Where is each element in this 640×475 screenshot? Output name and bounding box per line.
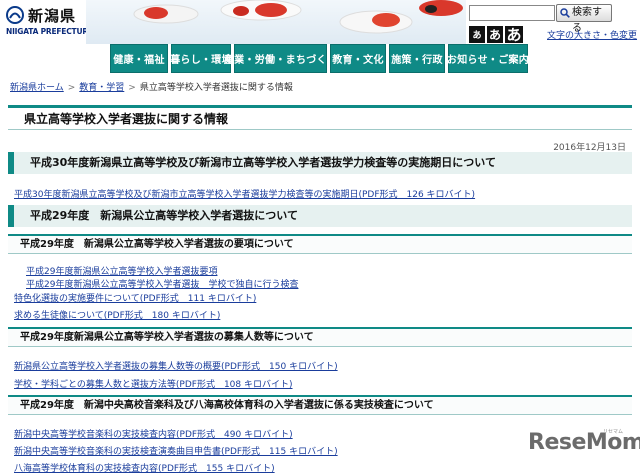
font-color-settings-link[interactable]: 文字の大きさ・色変更 [547, 28, 637, 41]
search-input[interactable] [469, 5, 555, 21]
breadcrumb-separator-icon: > [67, 83, 76, 93]
koi-banner-image [86, 0, 466, 44]
section-heading-h30-schedule: 平成30年度新潟県立高等学校及び新潟市立高等学校入学者選抜学力検査等の実施期日に… [8, 152, 632, 174]
search-button[interactable]: 検索する [556, 4, 612, 34]
logo-text[interactable]: 新潟県 [28, 5, 76, 26]
breadcrumb-separator-icon: > [128, 83, 136, 93]
nav-education-culture[interactable]: 教育・文化 [330, 44, 386, 73]
site-header: 新潟県 NIIGATA PREFECTURE 検索する あ あ あ 文字の大きさ… [0, 0, 640, 44]
subsection-heading-guidelines: 平成29年度 新潟県公立高等学校入学者選抜の要項について [8, 234, 632, 254]
link-special-selection-pdf[interactable]: 特色化選抜の実施要件について(PDF形式 111 キロバイト) [14, 291, 256, 304]
page-title: 県立高等学校入学者選抜に関する情報 [8, 108, 632, 130]
link-music-exam-content-pdf[interactable]: 新潟中央高等学校音楽科の実技検査内容(PDF形式 490 キロバイト) [14, 427, 293, 440]
nav-industry-labor[interactable]: 産業・労働・まちづくり [224, 44, 337, 73]
font-size-medium-button[interactable]: あ [487, 26, 503, 43]
link-desired-student-pdf[interactable]: 求める生徒像について(PDF形式 180 キロバイト) [14, 308, 220, 321]
link-h30-schedule-pdf[interactable]: 平成30年度新潟県立高等学校及び新潟市立高等学校入学者選抜学力検査等の実施期日(… [14, 187, 475, 200]
subsection-heading-practical-exam: 平成29年度 新潟中央高校音楽科及び八海高校体育科の入学者選抜に係る実技検査につ… [8, 395, 632, 415]
link-pe-exam-content-pdf[interactable]: 八海高等学校体育科の実技検査内容(PDF形式 155 キロバイト) [14, 461, 275, 474]
link-enrollment-overview-pdf[interactable]: 新潟県公立高等学校入学者選抜の募集人数等の概要(PDF形式 150 キロバイト) [14, 359, 338, 372]
section-heading-h29-selection: 平成29年度 新潟県公立高等学校入学者選抜について [8, 205, 632, 227]
search-icon [560, 8, 570, 18]
nav-health-welfare[interactable]: 健康・福祉 [110, 44, 168, 73]
breadcrumb: 新潟県ホーム > 教育・学習 > 県立高等学校入学者選抜に関する情報 [10, 80, 293, 93]
koi-illustration [133, 0, 463, 34]
nav-news-info[interactable]: お知らせ・ご案内 [447, 44, 529, 73]
global-nav: 健康・福祉 暮らし・環境 産業・労働・まちづくり 教育・文化 施策・行政 お知ら… [110, 44, 531, 73]
resemom-watermark: ReseMom [528, 430, 640, 455]
page-title-block: 県立高等学校入学者選抜に関する情報 [8, 105, 632, 130]
link-selection-guidelines[interactable]: 平成29年度新潟県公立高等学校入学者選抜要項 [26, 264, 217, 277]
breadcrumb-education-link[interactable]: 教育・学習 [79, 83, 124, 93]
link-music-exam-form-pdf[interactable]: 新潟中央高等学校音楽科の実技検査演奏曲目申告書(PDF形式 115 キロバイト) [14, 444, 338, 457]
resemom-watermark-sub: リセマム [603, 429, 624, 435]
logo-subtitle: NIIGATA PREFECTURE [6, 27, 93, 36]
font-size-small-button[interactable]: あ [469, 26, 485, 43]
link-school-specific-tests[interactable]: 平成29年度新潟県公立高等学校入学者選抜 学校で独自に行う検査 [26, 277, 298, 290]
nav-living-environment[interactable]: 暮らし・環境 [170, 44, 232, 73]
link-enrollment-by-school-pdf[interactable]: 学校・学科ごとの募集人数と選抜方法等(PDF形式 108 キロバイト) [14, 377, 293, 390]
subsection-heading-enrollment: 平成29年度新潟県公立高等学校入学者選抜の募集人数等について [8, 327, 632, 347]
nav-policy-administration[interactable]: 施策・行政 [389, 44, 445, 73]
breadcrumb-home-link[interactable]: 新潟県ホーム [10, 83, 64, 93]
font-size-switcher: あ あ あ [469, 26, 525, 44]
font-size-large-button[interactable]: あ [505, 26, 523, 44]
breadcrumb-current: 県立高等学校入学者選抜に関する情報 [139, 83, 293, 93]
niigata-logo-icon [6, 6, 24, 24]
